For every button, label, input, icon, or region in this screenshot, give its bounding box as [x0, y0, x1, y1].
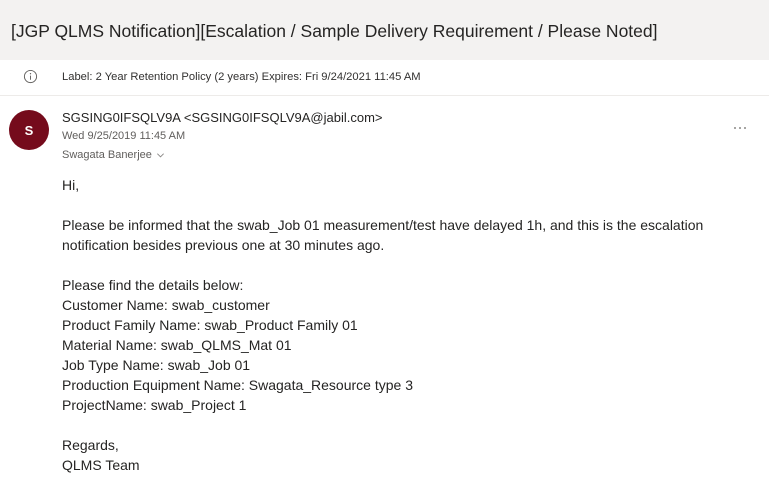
chevron-down-icon[interactable]: [156, 151, 165, 160]
retention-label-bar: Label: 2 Year Retention Policy (2 years)…: [0, 60, 769, 96]
subject-header: [JGP QLMS Notification][Escalation / Sam…: [0, 0, 769, 60]
customer-name: Customer Name: swab_customer: [62, 297, 270, 313]
retention-label-text: Label: 2 Year Retention Policy (2 years)…: [62, 71, 421, 83]
greeting: Hi,: [62, 177, 80, 193]
job-type-name: Job Type Name: swab_Job 01: [62, 357, 251, 373]
details-heading: Please find the details below:: [62, 277, 244, 293]
email-reading-pane: [JGP QLMS Notification][Escalation / Sam…: [0, 0, 769, 495]
sender-address[interactable]: SGSING0IFSQLV9A <SGSING0IFSQLV9A@jabil.c…: [62, 109, 383, 126]
email-subject: [JGP QLMS Notification][Escalation / Sam…: [11, 21, 658, 41]
equipment-name: Production Equipment Name: Swagata_Resou…: [62, 377, 413, 393]
recipient-name: Swagata Banerjee: [62, 149, 152, 161]
intro-line-1: Please be informed that the swab_Job 01 …: [62, 217, 704, 233]
more-options-icon[interactable]: [732, 120, 748, 136]
intro-line-2: notification besides previous one at 30 …: [62, 237, 385, 253]
recipient-field[interactable]: Swagata Banerjee: [62, 149, 165, 162]
closing: Regards,: [62, 437, 119, 453]
project-name: ProjectName: swab_Project 1: [62, 397, 247, 413]
sent-date: Wed 9/25/2019 11:45 AM: [62, 130, 186, 142]
message-body: Hi, Please be informed that the swab_Job…: [62, 175, 762, 475]
info-icon: [23, 69, 38, 84]
material-name: Material Name: swab_QLMS_Mat 01: [62, 337, 292, 353]
signature: QLMS Team: [62, 457, 140, 473]
avatar-initial: S: [24, 122, 34, 138]
product-family-name: Product Family Name: swab_Product Family…: [62, 317, 358, 333]
sender-avatar[interactable]: S: [9, 110, 49, 150]
